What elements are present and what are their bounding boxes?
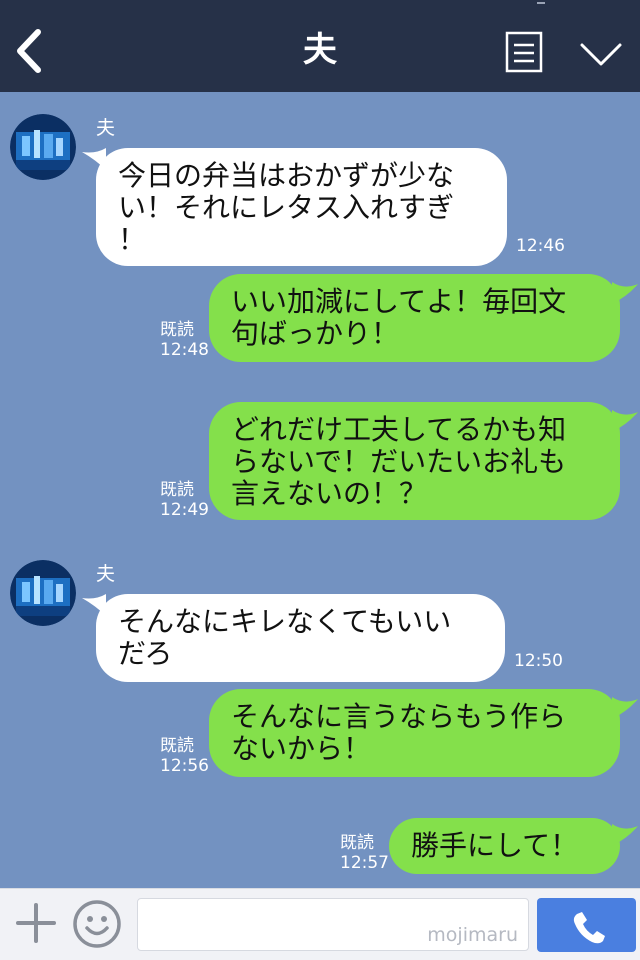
- input-bar: mojimaru: [0, 888, 640, 960]
- message-bubble-incoming[interactable]: そんなにキレなくてもいい だろ: [96, 594, 505, 682]
- chat-title: 夫: [303, 30, 337, 70]
- message-status: 既読 12:57: [340, 833, 389, 873]
- message-time: 12:49: [160, 500, 209, 520]
- notes-icon[interactable]: [505, 31, 543, 73]
- message-bubble-outgoing[interactable]: どれだけ工夫してるかも知 らないで！だいたいお礼も 言えないの！？: [209, 402, 620, 520]
- bubble-tail: [612, 697, 638, 719]
- message-line: ないから！: [231, 732, 372, 765]
- read-receipt: 既読: [160, 480, 194, 500]
- message-line: 句ばっかり！: [231, 317, 400, 350]
- call-button[interactable]: [537, 898, 636, 952]
- chevron-down-icon[interactable]: [578, 36, 624, 70]
- message-line: いい加減にしてよ！毎回文: [231, 285, 567, 318]
- message-status: 既読 12:49: [160, 480, 209, 520]
- read-receipt: 既読: [160, 320, 194, 340]
- message-time: 12:46: [516, 236, 565, 256]
- bubble-tail: [612, 824, 638, 846]
- message-line: だろ: [118, 637, 173, 670]
- message-line: 言えないの！？: [231, 477, 428, 510]
- message-bubble-outgoing[interactable]: そんなに言うならもう作ら ないから！: [209, 689, 620, 777]
- avatar-image: [10, 560, 76, 626]
- message-line: 勝手にして！: [411, 829, 579, 862]
- message-time: 12:50: [514, 651, 563, 671]
- bubble-tail: [612, 410, 638, 432]
- message-time: 12:56: [160, 756, 209, 776]
- message-time: 12:57: [340, 853, 389, 873]
- message-bubble-incoming[interactable]: 今日の弁当はおかずが少な い！それにレタス入れすぎ ！: [96, 148, 507, 266]
- message-bubble-outgoing[interactable]: いい加減にしてよ！毎回文 句ばっかり！: [209, 274, 620, 362]
- message-line: そんなにキレなくてもいい: [118, 605, 452, 638]
- smiley-icon[interactable]: [72, 899, 122, 949]
- message-line: い！それにレタス入れすぎ: [118, 191, 455, 224]
- message-bubble-outgoing[interactable]: 勝手にして！: [389, 818, 620, 874]
- message-status: 既読 12:48: [160, 320, 209, 360]
- message-input[interactable]: mojimaru: [137, 898, 529, 951]
- plus-icon[interactable]: [14, 901, 58, 945]
- watermark: mojimaru: [427, 924, 518, 946]
- message-time: 12:48: [160, 340, 209, 360]
- avatar-image: [10, 114, 76, 180]
- message-line: どれだけ工夫してるかも知: [231, 413, 567, 446]
- sender-name: 夫: [96, 563, 116, 585]
- avatar[interactable]: [10, 114, 76, 180]
- message-status: 既読 12:56: [160, 736, 209, 776]
- chat-area[interactable]: 夫 今日の弁当はおかずが少な い！それにレタス入れすぎ ！ 12:46 既読 1…: [0, 92, 640, 888]
- message-line: ！: [118, 223, 147, 256]
- message-line: らないで！だいたいお礼も: [231, 445, 567, 478]
- read-receipt: 既読: [340, 833, 374, 853]
- message-line: 今日の弁当はおかずが少な: [118, 159, 455, 192]
- avatar[interactable]: [10, 560, 76, 626]
- chat-header: 夫: [0, 0, 640, 92]
- status-indicator: [537, 0, 545, 4]
- message-line: そんなに言うならもう作ら: [231, 700, 567, 733]
- bubble-tail: [612, 282, 638, 304]
- phone-icon: [573, 912, 605, 944]
- sender-name: 夫: [96, 117, 116, 139]
- read-receipt: 既読: [160, 736, 194, 756]
